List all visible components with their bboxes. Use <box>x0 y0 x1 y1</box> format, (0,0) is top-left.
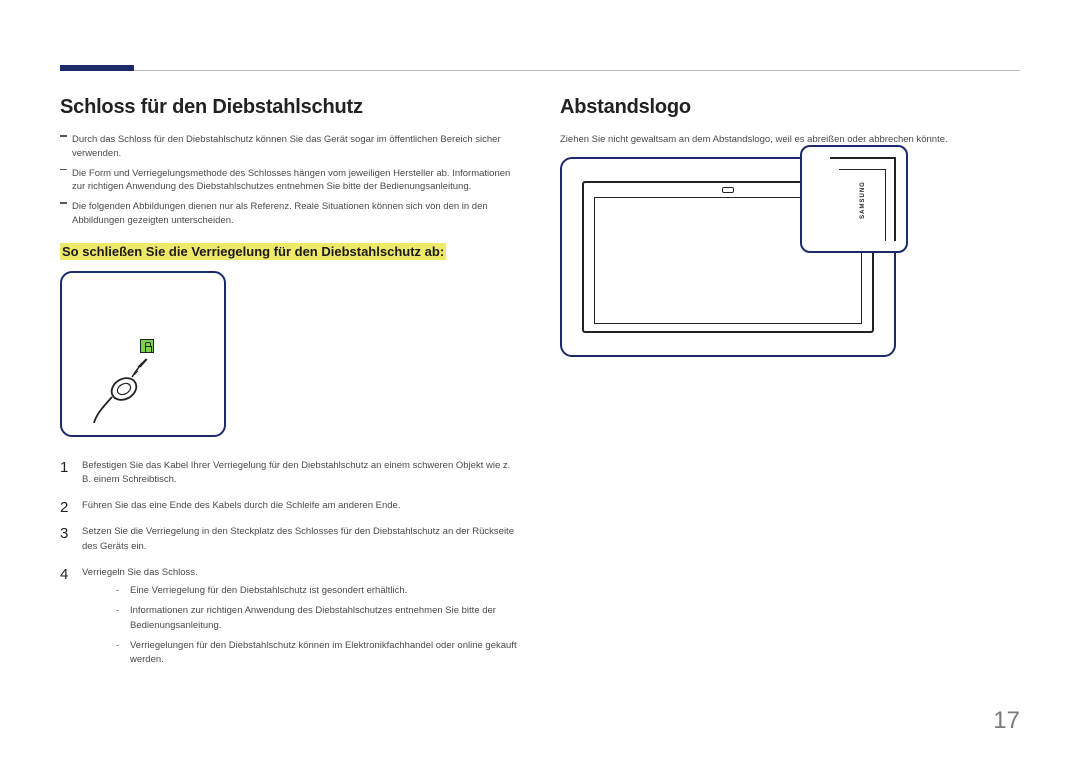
heading-lock: Schloss für den Diebstahlschutz <box>60 96 520 119</box>
lock-illustration <box>60 271 226 437</box>
right-column: Abstandslogo Ziehen Sie nicht gewaltsam … <box>560 96 1020 679</box>
note-line: Die folgenden Abbildungen dienen nur als… <box>60 200 520 228</box>
samsung-logo: SAMSUNG <box>860 181 866 219</box>
note-line: Durch das Schloss für den Diebstahlschut… <box>60 133 520 161</box>
sub-bullet: Verriegelungen für den Diebstahlschutz k… <box>104 639 520 668</box>
page-number: 17 <box>993 707 1020 735</box>
step-text: Verriegeln Sie das Schloss. <box>82 567 198 578</box>
device-corner-detail: SAMSUNG <box>830 157 896 241</box>
step-item: Führen Sie das eine Ende des Kabels durc… <box>60 499 520 513</box>
steps-list: Befestigen Sie das Kabel Ihrer Verriegel… <box>60 459 520 668</box>
sub-bullet: Eine Verriegelung für den Diebstahlschut… <box>104 584 520 598</box>
heading-spacer-logo: Abstandslogo <box>560 96 1020 119</box>
page-header-rule <box>60 70 1020 71</box>
spacer-logo-detail: SAMSUNG <box>800 145 908 253</box>
left-column: Schloss für den Diebstahlschutz Durch da… <box>60 96 520 679</box>
step-item: Befestigen Sie das Kabel Ihrer Verriegel… <box>60 459 520 488</box>
kensington-slot-icon <box>140 339 154 353</box>
lock-cable-icon <box>92 353 162 423</box>
spacer-logo-illustration: SAMSUNG <box>560 157 896 357</box>
step-item: Verriegeln Sie das Schloss. Eine Verrieg… <box>60 566 520 668</box>
spacer-logo-warning: Ziehen Sie nicht gewaltsam an dem Abstan… <box>560 133 1020 147</box>
subheading-lock-procedure: So schließen Sie die Verriegelung für de… <box>60 244 520 259</box>
sub-bullet: Informationen zur richtigen Anwendung de… <box>104 604 520 633</box>
note-line: Die Form und Verriegelungsmethode des Sc… <box>60 167 520 195</box>
step-item: Setzen Sie die Verriegelung in den Steck… <box>60 525 520 554</box>
